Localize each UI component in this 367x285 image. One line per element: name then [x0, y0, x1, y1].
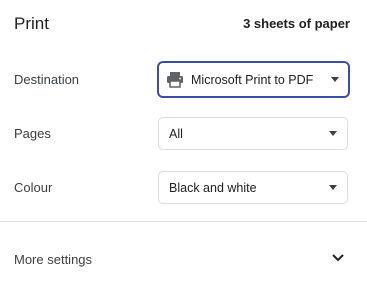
- chevron-down-icon: [329, 185, 337, 190]
- chevron-down-icon: [332, 254, 344, 262]
- chevron-down-icon: [329, 131, 337, 136]
- printer-icon: [167, 72, 183, 88]
- destination-value: Microsoft Print to PDF: [191, 73, 314, 87]
- colour-select[interactable]: Black and white: [158, 171, 348, 204]
- divider: [0, 221, 367, 222]
- print-settings-panel: Print 3 sheets of paper Destination Micr…: [0, 0, 367, 285]
- more-settings-toggle[interactable]: More settings: [0, 238, 367, 278]
- more-settings-label: More settings: [14, 252, 93, 267]
- pages-value: All: [169, 127, 183, 141]
- colour-label: Colour: [14, 180, 53, 195]
- sheet-count: 3 sheets of paper: [243, 16, 350, 31]
- pages-label: Pages: [14, 126, 51, 141]
- chevron-down-icon: [331, 77, 339, 82]
- page-title: Print: [14, 14, 49, 33]
- pages-select[interactable]: All: [158, 117, 348, 150]
- print-header: Print 3 sheets of paper: [14, 14, 350, 34]
- destination-select[interactable]: Microsoft Print to PDF: [157, 61, 350, 98]
- destination-label: Destination: [14, 72, 80, 87]
- colour-value: Black and white: [169, 181, 257, 195]
